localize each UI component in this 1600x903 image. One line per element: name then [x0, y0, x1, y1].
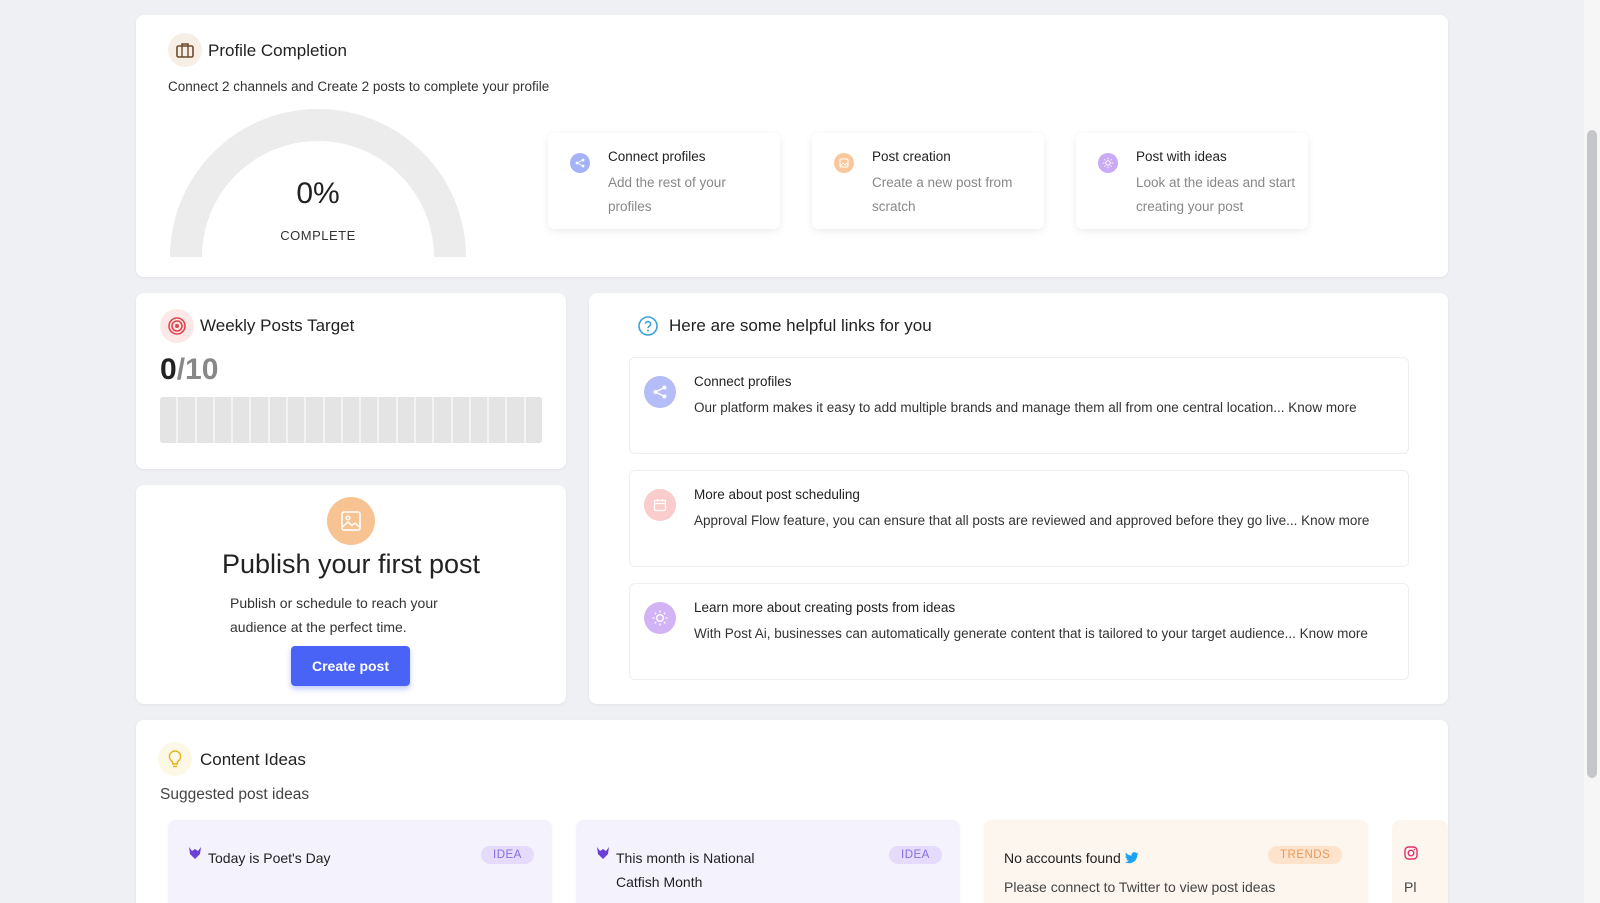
profile-completion-subtitle: Connect 2 channels and Create 2 posts to… [168, 79, 550, 94]
progress-segment [196, 397, 215, 443]
idea-badge: IDEA [481, 846, 534, 864]
idea-card-trends[interactable]: No accounts found TRENDS Please connect … [984, 820, 1368, 903]
step-title: Post creation [872, 149, 951, 164]
share-icon [644, 376, 676, 408]
link-connect-profiles[interactable]: Connect profiles Our platform makes it e… [629, 357, 1409, 454]
publish-title: Publish your first post [221, 549, 481, 579]
progress-segment [251, 397, 270, 443]
content-ideas-title: Content Ideas [200, 750, 306, 769]
create-post-button[interactable]: Create post [291, 646, 410, 686]
progress-segment [306, 397, 325, 443]
weekly-posts-title: Weekly Posts Target [200, 316, 355, 335]
help-circle-icon [631, 309, 665, 343]
link-description: Our platform makes it easy to add multip… [694, 400, 1357, 415]
helpful-links-card: Here are some helpful links for you Conn… [589, 293, 1448, 704]
progress-segment [269, 397, 288, 443]
idea-title: Today is Poet's Day [208, 850, 331, 866]
link-title: More about post scheduling [694, 487, 860, 502]
sun-icon [1098, 153, 1118, 173]
step-desc: Look at the ideas and start creating you… [1136, 175, 1296, 214]
image-icon [327, 497, 375, 545]
briefcase-icon [168, 33, 202, 67]
link-posts-from-ideas[interactable]: Learn more about creating posts from ide… [629, 583, 1409, 680]
progress-segment [178, 397, 197, 443]
fox-icon [188, 846, 202, 863]
content-ideas-subtitle: Suggested post ideas [160, 786, 310, 803]
link-title: Connect profiles [694, 374, 792, 389]
weekly-progress-bar [160, 397, 542, 443]
step-title: Connect profiles [608, 149, 706, 164]
progress-segment [525, 397, 542, 443]
idea-title: This month is National Catfish Month [616, 850, 755, 890]
content-ideas-card: Content Ideas Suggested post ideas Today… [136, 720, 1448, 903]
idea-title: No accounts found [1004, 846, 1264, 871]
completion-percent: 0% [296, 177, 340, 210]
progress-segment [452, 397, 471, 443]
progress-segment [287, 397, 307, 443]
progress-segment [214, 397, 234, 443]
progress-segment [379, 397, 398, 443]
profile-completion-card: Profile Completion Connect 2 channels an… [136, 15, 1448, 277]
weekly-posts-target-card: Weekly Posts Target 0/10 [136, 293, 566, 469]
calendar-icon [644, 489, 676, 521]
profile-completion-title: Profile Completion [208, 41, 347, 60]
helpful-links-title: Here are some helpful links for you [669, 316, 932, 335]
share-icon [570, 153, 590, 173]
weekly-posts-count: 0/10 [160, 353, 218, 387]
completion-gauge: 0% COMPLETE [168, 107, 468, 267]
step-desc: Create a new post from scratch [872, 175, 1013, 214]
idea-body: Please connect to Twitter to view post i… [1004, 879, 1276, 895]
progress-segment [233, 397, 252, 443]
progress-segment [415, 397, 435, 443]
link-description: Approval Flow feature, you can ensure th… [694, 513, 1370, 528]
progress-segment [160, 397, 179, 443]
progress-segment [324, 397, 343, 443]
fox-icon [596, 846, 610, 863]
progress-segment [489, 397, 508, 443]
publish-description: Publish or schedule to reach your audien… [230, 595, 438, 635]
progress-segment [342, 397, 362, 443]
target-icon [160, 309, 194, 343]
twitter-icon [1124, 847, 1139, 871]
idea-body: Pl [1404, 879, 1417, 895]
image-icon [834, 153, 854, 173]
step-post-creation[interactable]: Post creation Create a new post from scr… [812, 133, 1044, 229]
idea-badge: IDEA [889, 846, 942, 864]
link-post-scheduling[interactable]: More about post scheduling Approval Flow… [629, 470, 1409, 567]
idea-title-text: No accounts found [1004, 850, 1121, 866]
completion-label: COMPLETE [280, 228, 356, 243]
lightbulb-icon [158, 742, 192, 776]
step-desc: Add the rest of your profiles [608, 175, 726, 214]
step-title: Post with ideas [1136, 149, 1227, 164]
progress-segment [361, 397, 380, 443]
step-post-with-ideas[interactable]: Post with ideas Look at the ideas and st… [1076, 133, 1308, 229]
instagram-icon [1404, 846, 1418, 865]
idea-card-partial[interactable]: Pl [1392, 820, 1448, 903]
page-scrollbar[interactable] [1584, 0, 1600, 903]
weekly-posts-current: 0 [160, 353, 177, 386]
progress-segment [470, 397, 490, 443]
link-description: With Post Ai, businesses can automatical… [694, 626, 1368, 641]
progress-segment [507, 397, 526, 443]
idea-card[interactable]: Today is Poet's Day IDEA [168, 820, 552, 903]
progress-segment [434, 397, 453, 443]
trends-badge: TRENDS [1268, 846, 1343, 864]
sun-icon [644, 602, 676, 634]
publish-first-post-card: Publish your first post Publish or sched… [136, 485, 566, 704]
idea-card[interactable]: This month is National Catfish Month IDE… [576, 820, 960, 903]
weekly-posts-total: /10 [176, 353, 219, 386]
scrollbar-thumb[interactable] [1587, 130, 1597, 778]
progress-segment [397, 397, 416, 443]
step-connect-profiles[interactable]: Connect profiles Add the rest of your pr… [548, 133, 780, 229]
link-title: Learn more about creating posts from ide… [694, 600, 956, 615]
